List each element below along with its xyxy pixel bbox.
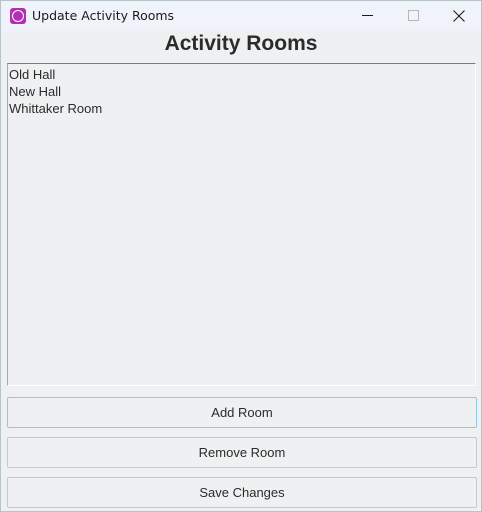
add-room-button[interactable]: Add Room xyxy=(7,397,477,428)
close-button[interactable] xyxy=(436,1,482,31)
page-title: Activity Rooms xyxy=(164,32,318,55)
window-title: Update Activity Rooms xyxy=(32,8,175,23)
list-item[interactable]: Old Hall xyxy=(8,66,475,83)
maximize-button[interactable] xyxy=(390,1,436,31)
app-window: Update Activity Rooms Activity Rooms Old… xyxy=(0,0,482,512)
title-bar[interactable]: Update Activity Rooms xyxy=(1,1,481,31)
remove-room-button[interactable]: Remove Room xyxy=(7,437,477,468)
list-item[interactable]: New Hall xyxy=(8,83,475,100)
close-icon xyxy=(453,10,465,22)
rooms-listbox[interactable]: Old Hall New Hall Whittaker Room xyxy=(7,63,476,386)
app-logo-icon xyxy=(10,8,26,24)
list-item[interactable]: Whittaker Room xyxy=(8,100,475,117)
minimize-button[interactable] xyxy=(344,1,390,31)
save-changes-button[interactable]: Save Changes xyxy=(7,477,477,508)
